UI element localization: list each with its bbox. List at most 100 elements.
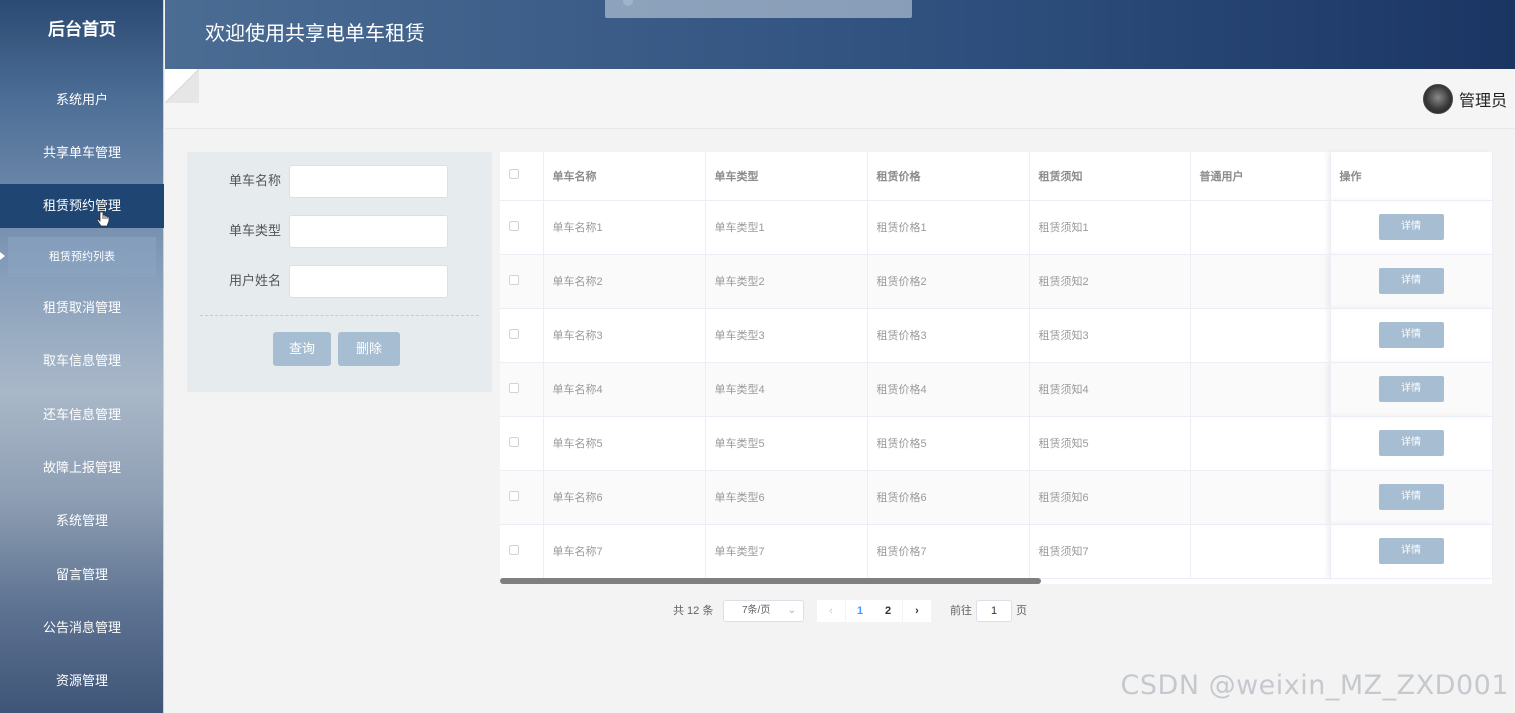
row-checkbox[interactable] xyxy=(509,274,519,285)
sidebar-item-system-management[interactable]: 系统管理 xyxy=(0,499,164,543)
bike-name-input[interactable] xyxy=(289,165,448,198)
bike-type-label: 单车类型 xyxy=(228,223,281,238)
user-name[interactable]: 管理员 xyxy=(1459,87,1507,111)
table-row: 单车名称1 单车类型1 租赁价格1 租赁须知1 详情 xyxy=(500,200,1493,255)
detail-button[interactable]: 详情 xyxy=(1378,430,1444,456)
goto-prefix: 前往 xyxy=(950,605,972,617)
cell-bike-name: 单车名称5 xyxy=(543,416,706,471)
cell-price: 租赁价格2 xyxy=(867,254,1030,309)
divider xyxy=(200,315,479,316)
cell-bike-type: 单车类型5 xyxy=(705,416,868,471)
page-size-select[interactable]: 7条/页 ⌄ xyxy=(723,600,804,622)
cell-price: 租赁价格1 xyxy=(867,200,1030,255)
table-row: 单车名称6 单车类型6 租赁价格6 租赁须知6 详情 xyxy=(500,470,1493,525)
detail-button[interactable]: 详情 xyxy=(1378,214,1444,240)
cell-price: 租赁价格3 xyxy=(867,308,1030,363)
table-row: 单车名称3 单车类型3 租赁价格3 租赁须知3 详情 xyxy=(500,308,1493,363)
sidebar-item-pickup-info[interactable]: 取车信息管理 xyxy=(0,339,164,383)
cell-notice: 租赁须知1 xyxy=(1029,200,1191,255)
sidebar-item-bike-management[interactable]: 共享单车管理 xyxy=(0,131,164,175)
horizontal-scrollbar[interactable] xyxy=(500,578,1041,584)
cell-bike-type: 单车类型3 xyxy=(705,308,868,363)
column-header: 普通用户 xyxy=(1190,152,1331,201)
delete-button[interactable]: 删除 xyxy=(338,332,400,366)
next-page-button[interactable]: › xyxy=(903,600,931,622)
watermark: CSDN @weixin_MZ_ZXD001 xyxy=(1120,670,1509,701)
sidebar-item-messages[interactable]: 留言管理 xyxy=(0,553,164,597)
header: 欢迎使用共享电单车租赁 xyxy=(165,0,1515,69)
cell-user xyxy=(1190,308,1331,363)
goto-page-input[interactable] xyxy=(976,600,1012,622)
user-name-input[interactable] xyxy=(289,265,448,298)
table-row: 单车名称7 单车类型7 租赁价格7 租赁须知7 详情 xyxy=(500,524,1493,579)
success-icon xyxy=(623,0,633,6)
cell-bike-type: 单车类型6 xyxy=(705,470,868,525)
cell-notice: 租赁须知5 xyxy=(1029,416,1191,471)
pagination-total: 共 12 条 xyxy=(673,605,714,617)
cell-price: 租赁价格5 xyxy=(867,416,1030,471)
column-header: 单车类型 xyxy=(705,152,868,201)
cell-bike-type: 单车类型4 xyxy=(705,362,868,417)
sidebar-item-return-info[interactable]: 还车信息管理 xyxy=(0,393,164,437)
page-button-2[interactable]: 2 xyxy=(874,600,902,622)
cell-user xyxy=(1190,254,1331,309)
bike-name-label: 单车名称 xyxy=(228,173,281,188)
select-all-cell[interactable] xyxy=(500,152,544,201)
row-checkbox[interactable] xyxy=(509,544,519,555)
column-header: 操作 xyxy=(1330,152,1493,201)
avatar[interactable] xyxy=(1422,84,1453,114)
topbar: 管理员 xyxy=(165,69,1515,129)
row-checkbox[interactable] xyxy=(509,436,519,447)
chevron-down-icon: ⌄ xyxy=(787,605,796,616)
sidebar-item-resources[interactable]: 资源管理 xyxy=(0,659,164,703)
sidebar-item-fault-report[interactable]: 故障上报管理 xyxy=(0,446,164,490)
cell-bike-name: 单车名称3 xyxy=(543,308,706,363)
cell-bike-name: 单车名称7 xyxy=(543,524,706,579)
column-header: 单车名称 xyxy=(543,152,706,201)
select-all-checkbox[interactable] xyxy=(509,169,519,180)
cell-price: 租赁价格4 xyxy=(867,362,1030,417)
cell-notice: 租赁须知2 xyxy=(1029,254,1191,309)
cell-user xyxy=(1190,470,1331,525)
row-checkbox[interactable] xyxy=(509,220,519,231)
row-checkbox[interactable] xyxy=(509,328,519,339)
detail-button[interactable]: 详情 xyxy=(1378,484,1444,510)
query-button[interactable]: 查询 xyxy=(273,332,331,366)
detail-button[interactable]: 详情 xyxy=(1378,538,1444,564)
page-size-value: 7条/页 xyxy=(742,605,771,616)
cell-bike-name: 单车名称4 xyxy=(543,362,706,417)
sidebar-item-announcements[interactable]: 公告消息管理 xyxy=(0,606,164,650)
row-checkbox[interactable] xyxy=(509,490,519,501)
sidebar-item-rental-cancel[interactable]: 租赁取消管理 xyxy=(0,286,164,330)
sidebar-item-system-users[interactable]: 系统用户 xyxy=(0,78,164,122)
page-button-1[interactable]: 1 xyxy=(846,600,874,622)
prev-page-button[interactable]: ‹ xyxy=(817,600,845,622)
table-header-row: 单车名称 单车类型 租赁价格 租赁须知 普通用户 操作 xyxy=(500,152,1493,201)
user-name-label: 用户姓名 xyxy=(228,273,281,288)
cell-price: 租赁价格7 xyxy=(867,524,1030,579)
cell-bike-name: 单车名称1 xyxy=(543,200,706,255)
user-menu[interactable]: 管理员 xyxy=(1422,83,1507,115)
hand-cursor-icon xyxy=(96,211,110,227)
sidebar-home-title[interactable]: 后台首页 xyxy=(0,0,164,60)
sidebar: 后台首页 系统用户 共享单车管理 租赁预约管理 租赁预约列表 租赁取消管理 取车… xyxy=(0,0,164,713)
collapse-toggle-icon[interactable] xyxy=(165,69,199,103)
cell-notice: 租赁须知6 xyxy=(1029,470,1191,525)
row-checkbox[interactable] xyxy=(509,382,519,393)
detail-button[interactable]: 详情 xyxy=(1378,268,1444,294)
goto-suffix: 页 xyxy=(1016,605,1027,617)
table-row: 单车名称5 单车类型5 租赁价格5 租赁须知5 详情 xyxy=(500,416,1493,471)
sidebar-subitem-booking-list[interactable]: 租赁预约列表 xyxy=(8,237,156,277)
bike-type-input[interactable] xyxy=(289,215,448,248)
cell-bike-type: 单车类型2 xyxy=(705,254,868,309)
cell-bike-name: 单车名称6 xyxy=(543,470,706,525)
detail-button[interactable]: 详情 xyxy=(1378,376,1444,402)
detail-button[interactable]: 详情 xyxy=(1378,322,1444,348)
table-row: 单车名称2 单车类型2 租赁价格2 租赁须知2 详情 xyxy=(500,254,1493,309)
table-row: 单车名称4 单车类型4 租赁价格4 租赁须知4 详情 xyxy=(500,362,1493,417)
cell-user xyxy=(1190,362,1331,417)
page-title: 欢迎使用共享电单车租赁 xyxy=(205,23,425,45)
sidebar-item-rental-booking[interactable]: 租赁预约管理 xyxy=(0,184,164,228)
cell-user xyxy=(1190,416,1331,471)
cell-notice: 租赁须知4 xyxy=(1029,362,1191,417)
